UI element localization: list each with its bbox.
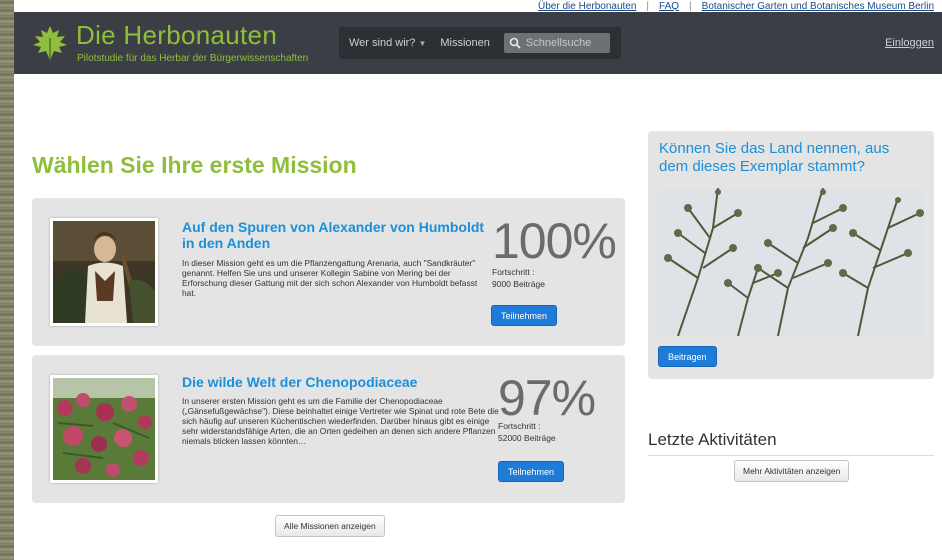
search-icon <box>509 37 521 49</box>
site-header: Die Herbonauten Pilotstudie für das Herb… <box>14 12 942 74</box>
join-mission-button[interactable]: Teilnehmen <box>498 461 565 482</box>
mission-title[interactable]: Auf den Spuren von Alexander von Humbold… <box>182 219 492 251</box>
progress-label: Fortschritt : <box>492 267 535 277</box>
site-subtitle: Pilotstudie für das Herbar der Bürgerwis… <box>77 53 309 64</box>
specimen-image[interactable] <box>658 188 924 336</box>
nav-missions[interactable]: Missionen <box>440 37 490 49</box>
progress-label: Fortschritt : <box>498 421 541 431</box>
humboldt-portrait-image <box>53 221 155 323</box>
divider: | <box>689 0 692 12</box>
all-missions-button[interactable]: Alle Missionen anzeigen <box>275 515 385 537</box>
mission-description: In dieser Mission geht es um die Pflanze… <box>182 258 478 298</box>
nav-who-label: Wer sind wir? <box>349 37 416 49</box>
main-nav: Wer sind wir? ▼ Missionen Schnellsuche <box>339 27 621 59</box>
search-input[interactable]: Schnellsuche <box>503 33 610 53</box>
link-botanic-garden[interactable]: Botanischer Garten und Botanisches Museu… <box>702 1 934 12</box>
mission-progress-info: Fortschritt : 52000 Beiträge <box>498 420 556 444</box>
contribute-button[interactable]: Beitragen <box>658 346 717 367</box>
divider <box>648 455 934 456</box>
login-link[interactable]: Einloggen <box>885 37 934 49</box>
mission-progress-percent: 97% <box>498 370 596 426</box>
mission-title[interactable]: Die wilde Welt der Chenopodiaceae <box>182 374 492 390</box>
mission-card-chenopodiaceae: Die wilde Welt der Chenopodiaceae In uns… <box>32 355 625 503</box>
chevron-down-icon: ▼ <box>418 39 427 48</box>
nav-who-are-we[interactable]: Wer sind wir? ▼ <box>349 37 426 49</box>
top-links: Über die Herbonauten | FAQ | Botanischer… <box>538 0 934 12</box>
mission-progress-percent: 100% <box>492 213 617 269</box>
contribution-count: 9000 Beiträge <box>492 279 545 289</box>
page-title: Wählen Sie Ihre erste Mission <box>32 152 357 178</box>
link-faq[interactable]: FAQ <box>659 1 679 12</box>
mission-thumbnail[interactable] <box>50 218 158 326</box>
herbarium-specimen-image <box>658 188 924 336</box>
leaf-logo-icon[interactable] <box>32 24 68 64</box>
mission-description: In unserer ersten Mission geht es um die… <box>182 396 499 446</box>
mission-card-humboldt: Auf den Spuren von Alexander von Humbold… <box>32 198 625 346</box>
page: Über die Herbonauten | FAQ | Botanischer… <box>0 0 942 560</box>
more-activities-button[interactable]: Mehr Aktivitäten anzeigen <box>734 460 850 482</box>
divider: | <box>646 0 650 12</box>
site-title[interactable]: Die Herbonauten <box>76 20 277 51</box>
specimen-quiz-panel: Können Sie das Land nennen, aus dem dies… <box>648 131 934 379</box>
recent-activities-title: Letzte Aktivitäten <box>648 430 777 449</box>
mission-progress-info: Fortschritt : 9000 Beiträge <box>492 266 545 290</box>
mission-thumbnail[interactable] <box>50 375 158 483</box>
join-mission-button[interactable]: Teilnehmen <box>491 305 558 326</box>
background-texture-strip <box>0 0 14 560</box>
chenopodiaceae-plant-image <box>53 378 155 480</box>
search-placeholder: Schnellsuche <box>525 37 592 49</box>
quiz-question: Können Sie das Land nennen, aus dem dies… <box>659 140 890 175</box>
link-about[interactable]: Über die Herbonauten <box>538 1 636 12</box>
contribution-count: 52000 Beiträge <box>498 433 556 443</box>
